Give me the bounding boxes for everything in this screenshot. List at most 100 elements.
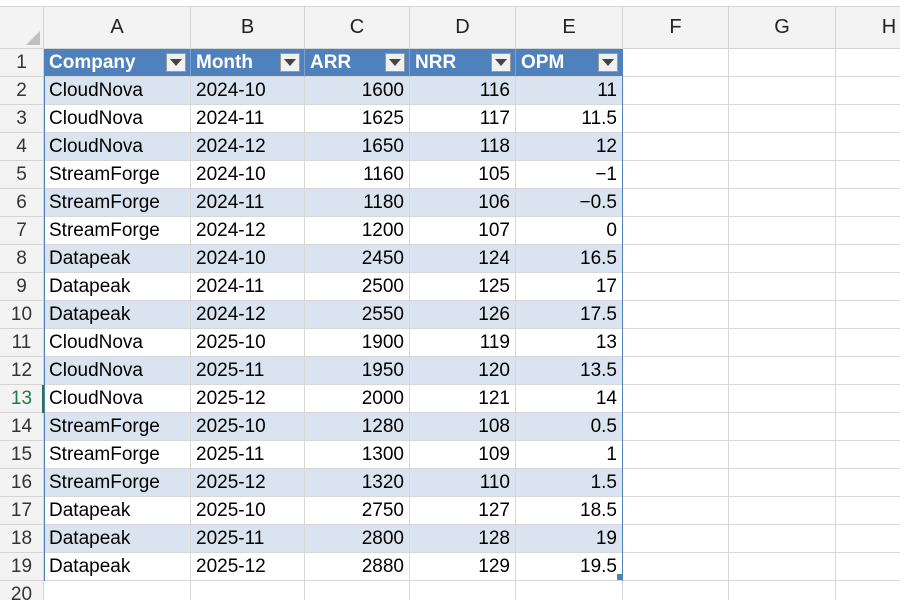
empty-cell[interactable] (729, 301, 836, 329)
table-cell-nrr[interactable]: 129 (410, 553, 516, 581)
empty-cell[interactable] (729, 273, 836, 301)
table-cell-arr[interactable]: 1625 (305, 105, 410, 133)
empty-cell[interactable] (836, 441, 900, 469)
column-header-g[interactable]: G (729, 7, 836, 48)
table-cell-arr[interactable]: 2500 (305, 273, 410, 301)
table-cell-arr[interactable]: 1320 (305, 469, 410, 497)
empty-cell[interactable] (623, 329, 729, 357)
table-cell-nrr[interactable]: 106 (410, 189, 516, 217)
table-cell-arr[interactable]: 1900 (305, 329, 410, 357)
select-all-button[interactable] (0, 7, 44, 49)
table-cell-company[interactable]: CloudNova (44, 357, 191, 385)
table-cell-month[interactable]: 2025-10 (191, 329, 305, 357)
table-cell-company[interactable]: StreamForge (44, 217, 191, 245)
table-cell-company[interactable]: Datapeak (44, 497, 191, 525)
table-cell-company[interactable]: CloudNova (44, 133, 191, 161)
table-cell-month[interactable]: 2024-10 (191, 161, 305, 189)
table-cell-company[interactable]: CloudNova (44, 105, 191, 133)
table-cell-month[interactable]: 2024-12 (191, 217, 305, 245)
table-cell-arr[interactable]: 1180 (305, 189, 410, 217)
empty-cell[interactable] (623, 77, 729, 105)
empty-cell[interactable] (836, 133, 900, 161)
table-cell-company[interactable]: Datapeak (44, 301, 191, 329)
table-cell-month[interactable]: 2024-12 (191, 133, 305, 161)
table-header-opm[interactable]: OPM (516, 49, 623, 77)
table-cell-month[interactable]: 2025-11 (191, 357, 305, 385)
table-cell-nrr[interactable]: 127 (410, 497, 516, 525)
table-cell-company[interactable]: CloudNova (44, 385, 191, 413)
table-cell-opm[interactable]: 18.5 (516, 497, 623, 525)
empty-cell[interactable] (729, 217, 836, 245)
row-header-8[interactable]: 8 (0, 245, 44, 273)
empty-cell[interactable] (836, 553, 900, 581)
table-header-nrr[interactable]: NRR (410, 49, 516, 77)
table-cell-arr[interactable]: 2000 (305, 385, 410, 413)
table-cell-nrr[interactable]: 109 (410, 441, 516, 469)
table-cell-opm[interactable]: 19 (516, 525, 623, 553)
empty-cell[interactable] (836, 273, 900, 301)
empty-cell[interactable] (729, 133, 836, 161)
table-cell-month[interactable]: 2024-10 (191, 77, 305, 105)
row-header-19[interactable]: 19 (0, 553, 44, 581)
table-cell-company[interactable]: Datapeak (44, 525, 191, 553)
row-header-1[interactable]: 1 (0, 49, 44, 77)
table-cell-opm[interactable]: 12 (516, 133, 623, 161)
empty-cell[interactable] (729, 189, 836, 217)
column-header-e[interactable]: E (516, 7, 623, 48)
table-cell-company[interactable]: Datapeak (44, 553, 191, 581)
empty-cell[interactable] (729, 553, 836, 581)
table-cell-arr[interactable]: 1600 (305, 77, 410, 105)
table-cell-month[interactable]: 2025-10 (191, 497, 305, 525)
empty-cell[interactable] (516, 581, 623, 600)
row-header-16[interactable]: 16 (0, 469, 44, 497)
table-cell-opm[interactable]: 11.5 (516, 105, 623, 133)
empty-cell[interactable] (729, 581, 836, 600)
empty-cell[interactable] (836, 161, 900, 189)
table-cell-nrr[interactable]: 116 (410, 77, 516, 105)
table-cell-nrr[interactable]: 119 (410, 329, 516, 357)
table-cell-nrr[interactable]: 107 (410, 217, 516, 245)
empty-cell[interactable] (836, 77, 900, 105)
empty-cell[interactable] (836, 581, 900, 600)
table-cell-opm[interactable]: 11 (516, 77, 623, 105)
row-header-15[interactable]: 15 (0, 441, 44, 469)
row-header-14[interactable]: 14 (0, 413, 44, 441)
row-header-6[interactable]: 6 (0, 189, 44, 217)
empty-cell[interactable] (191, 581, 305, 600)
empty-cell[interactable] (729, 413, 836, 441)
empty-cell[interactable] (410, 581, 516, 600)
table-cell-opm[interactable]: 1.5 (516, 469, 623, 497)
empty-cell[interactable] (623, 161, 729, 189)
table-cell-arr[interactable]: 1300 (305, 441, 410, 469)
table-cell-nrr[interactable]: 121 (410, 385, 516, 413)
table-cell-opm[interactable]: −1 (516, 161, 623, 189)
filter-dropdown-button[interactable] (385, 53, 405, 72)
table-cell-month[interactable]: 2024-10 (191, 245, 305, 273)
table-cell-company[interactable]: CloudNova (44, 329, 191, 357)
row-header-4[interactable]: 4 (0, 133, 44, 161)
spreadsheet-grid[interactable]: ABCDEFGH 1 2 3 4 5 6 7 8 9 10 11 12 13 14 15 16 17 18 19 20… (0, 7, 900, 600)
row-header-11[interactable]: 11 (0, 329, 44, 357)
table-cell-month[interactable]: 2024-11 (191, 273, 305, 301)
empty-cell[interactable] (729, 77, 836, 105)
table-cell-month[interactable]: 2024-12 (191, 301, 305, 329)
empty-cell[interactable] (729, 525, 836, 553)
empty-cell[interactable] (836, 189, 900, 217)
table-cell-company[interactable]: StreamForge (44, 161, 191, 189)
empty-cell[interactable] (623, 245, 729, 273)
table-cell-nrr[interactable]: 110 (410, 469, 516, 497)
table-cell-opm[interactable]: 17 (516, 273, 623, 301)
table-cell-arr[interactable]: 2450 (305, 245, 410, 273)
empty-cell[interactable] (623, 273, 729, 301)
filter-dropdown-button[interactable] (280, 53, 300, 72)
empty-cell[interactable] (836, 385, 900, 413)
table-cell-opm[interactable]: 14 (516, 385, 623, 413)
table-cell-month[interactable]: 2025-12 (191, 469, 305, 497)
table-cell-company[interactable]: Datapeak (44, 245, 191, 273)
empty-cell[interactable] (623, 105, 729, 133)
empty-cell[interactable] (836, 413, 900, 441)
table-cell-month[interactable]: 2025-12 (191, 553, 305, 581)
empty-cell[interactable] (836, 301, 900, 329)
empty-cell[interactable] (836, 329, 900, 357)
empty-cell[interactable] (623, 49, 729, 77)
